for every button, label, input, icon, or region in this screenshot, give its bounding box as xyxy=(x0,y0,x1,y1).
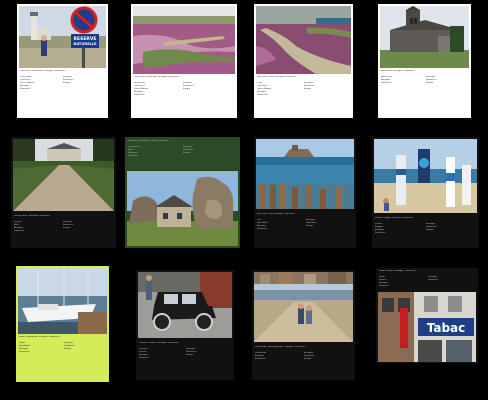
info-line: Europa xyxy=(64,348,72,350)
info-line: Frankreich xyxy=(128,155,139,157)
photo-tabac-shop: Tabac xyxy=(378,292,476,362)
card-caption: Cap Fréhel, Heidekraut, Bretagne, Frankr… xyxy=(134,76,180,78)
info-line: Europa xyxy=(186,354,194,356)
photo-chateau-avenue xyxy=(13,139,114,211)
photo-lighthouse-sign: RESERVE NATURELLE xyxy=(19,6,106,68)
info-line: Europa xyxy=(304,358,312,360)
card-left-column: Schloss Allee Bretagne Frankreich xyxy=(14,221,58,233)
thumbnail-card-12[interactable]: Tabac, Strasse, Bretagne, Frankreich Tab… xyxy=(376,268,478,363)
thumbnail-card-5[interactable]: Schloss, Allee, Bretagne, Frankreich Sch… xyxy=(11,137,116,248)
thumbnail-card-6[interactable]: Bretagne, Granitfelsen, Haus, Frankreich… xyxy=(125,137,240,248)
card-right-column: Bretagne Frankreich Europa xyxy=(304,82,348,91)
reserve-sign-line2: NATURELLE xyxy=(73,42,97,46)
info-line: Frankreich xyxy=(20,88,31,90)
photo-vintage-car xyxy=(138,272,232,338)
card-caption: Cap Fréhel, Küste, Bretagne, Frankreich xyxy=(257,76,297,78)
card-right-column: Bretagne Frankreich Europa xyxy=(306,219,352,228)
info-line: Frankreich xyxy=(379,285,390,287)
card-right-column: Bretagne Frankreich xyxy=(428,276,474,282)
photo-fort-sea xyxy=(256,139,354,209)
thumbnail-card-11[interactable]: Promenade, Spaziergaenger, Bretagne, Fra… xyxy=(252,270,355,380)
card-right-column: Bretagne Frankreich Europa xyxy=(426,223,474,232)
card-right-column: Bretagne Frankreich Europa xyxy=(426,76,468,85)
card-caption: Oldtimer, Strasse, Bretagne, Frankreich xyxy=(139,342,179,344)
photo-beach-flags xyxy=(374,139,477,213)
info-line: Europa xyxy=(306,225,314,227)
info-line: Europa xyxy=(426,229,434,231)
card-left-column: Abteikirche Bretagne Frankreich xyxy=(381,76,421,85)
card-left-column: Heidekraut Cap Fréhel Cotes d'Armor Bret… xyxy=(134,82,178,97)
card-caption: Promenade, Spaziergaenger, Bretagne, Fra… xyxy=(255,346,306,348)
thumbnail-card-10[interactable]: Oldtimer, Strasse, Bretagne, Frankreich … xyxy=(136,270,234,380)
thumbnail-card-2[interactable]: Cap Fréhel, Heidekraut, Bretagne, Frankr… xyxy=(131,4,237,118)
card-right-column: Bretagne Frankreich Europa xyxy=(63,221,111,230)
photo-coast-path xyxy=(256,6,351,74)
card-left-column: Hafen Segelboote Bretagne Frankreich xyxy=(19,342,59,354)
photo-promenade-walkers xyxy=(254,272,353,342)
card-right-column: Bretagne Frankreich Europa xyxy=(183,82,231,91)
card-left-column: Oldtimer Strasse Bretagne Frankreich xyxy=(139,348,181,360)
card-caption: Strand, Flaggen, Bretagne, Frankreich xyxy=(375,217,413,219)
card-right-column: Bretagne Frankreich Europa xyxy=(186,348,230,357)
card-right-column: Bretagne Frankreich Europa xyxy=(304,352,350,361)
photo-granite-house xyxy=(127,171,238,246)
info-line: Frankreich xyxy=(375,232,386,234)
card-right-column: Bretagne Frankreich Europa xyxy=(183,146,235,155)
info-line: Frankreich xyxy=(19,351,30,353)
photo-harbor-boats xyxy=(18,268,107,334)
card-caption: Hafen, Segelboote, Bretagne, Frankreich xyxy=(19,336,60,338)
card-caption: Cap Fréhel, Leuchtturm, Bretagne, Frankr… xyxy=(20,70,66,72)
info-line: Frankreich xyxy=(257,94,268,96)
info-line: Frankreich xyxy=(255,358,266,360)
card-left-column: Fort Saint-Malo Bretagne Frankreich xyxy=(257,219,301,231)
thumbnail-card-3[interactable]: Cap Fréhel, Küste, Bretagne, Frankreich … xyxy=(254,4,353,118)
card-left-column: Promenade Bretagne Frankreich xyxy=(255,352,299,361)
card-right-column: Bretagne Frankreich Europa xyxy=(64,342,106,351)
photo-abbey-church xyxy=(380,6,469,68)
info-line: Europa xyxy=(63,82,71,84)
info-line: Frankreich xyxy=(428,279,439,281)
info-line: Frankreich xyxy=(139,357,150,359)
photo-heather-field xyxy=(133,6,235,74)
tabac-sign-text: Tabac xyxy=(427,321,466,335)
info-line: Europa xyxy=(63,227,71,229)
card-caption: Tabac, Strasse, Bretagne, Frankreich xyxy=(379,270,416,272)
thumbnail-card-7[interactable]: Saint-Malo, Fort, Bretagne, Frankreich F… xyxy=(254,137,356,248)
thumbnail-card-9[interactable]: Hafen, Segelboote, Bretagne, Frankreich … xyxy=(16,266,109,382)
card-caption: Bretagne, Granitfelsen, Haus, Frankreich xyxy=(128,140,169,142)
card-left-column: Küste Cap Fréhel Cotes d'Armor Bretagne … xyxy=(257,82,299,97)
thumbnail-card-1[interactable]: RESERVE NATURELLE Cap Fréhel, Leuchtturm… xyxy=(17,4,108,118)
thumbnail-card-8[interactable]: Strand, Flaggen, Bretagne, Frankreich St… xyxy=(372,137,479,248)
info-line: Europa xyxy=(183,152,191,154)
info-line: Europa xyxy=(304,88,312,90)
card-caption: Abteikirche, Bretagne, Frankreich xyxy=(381,70,415,72)
card-left-column: Strand Flaggen Bretagne Frankreich xyxy=(375,223,421,235)
info-line: Frankreich xyxy=(257,228,268,230)
info-line: Frankreich xyxy=(381,82,392,84)
card-caption: Saint-Malo, Fort, Bretagne, Frankreich xyxy=(257,213,295,215)
card-left-column: Leuchtturm Cap Fréhel Cotes d'Armor Bret… xyxy=(20,76,58,91)
card-left-column: Tabac Strasse Bretagne Frankreich xyxy=(379,276,423,288)
card-caption: Schloss, Allee, Bretagne, Frankreich xyxy=(14,215,50,217)
info-line: Europa xyxy=(426,82,434,84)
card-left-column: Granitfelsen Haus Bretagne Frankreich xyxy=(128,146,178,158)
card-right-column: Bretagne Frankreich Europa xyxy=(63,76,103,85)
thumbnail-card-4[interactable]: Abteikirche, Bretagne, Frankreich Abteik… xyxy=(378,4,471,118)
info-line: Europa xyxy=(183,88,191,90)
info-line: Frankreich xyxy=(14,230,25,232)
info-line: Frankreich xyxy=(134,94,145,96)
